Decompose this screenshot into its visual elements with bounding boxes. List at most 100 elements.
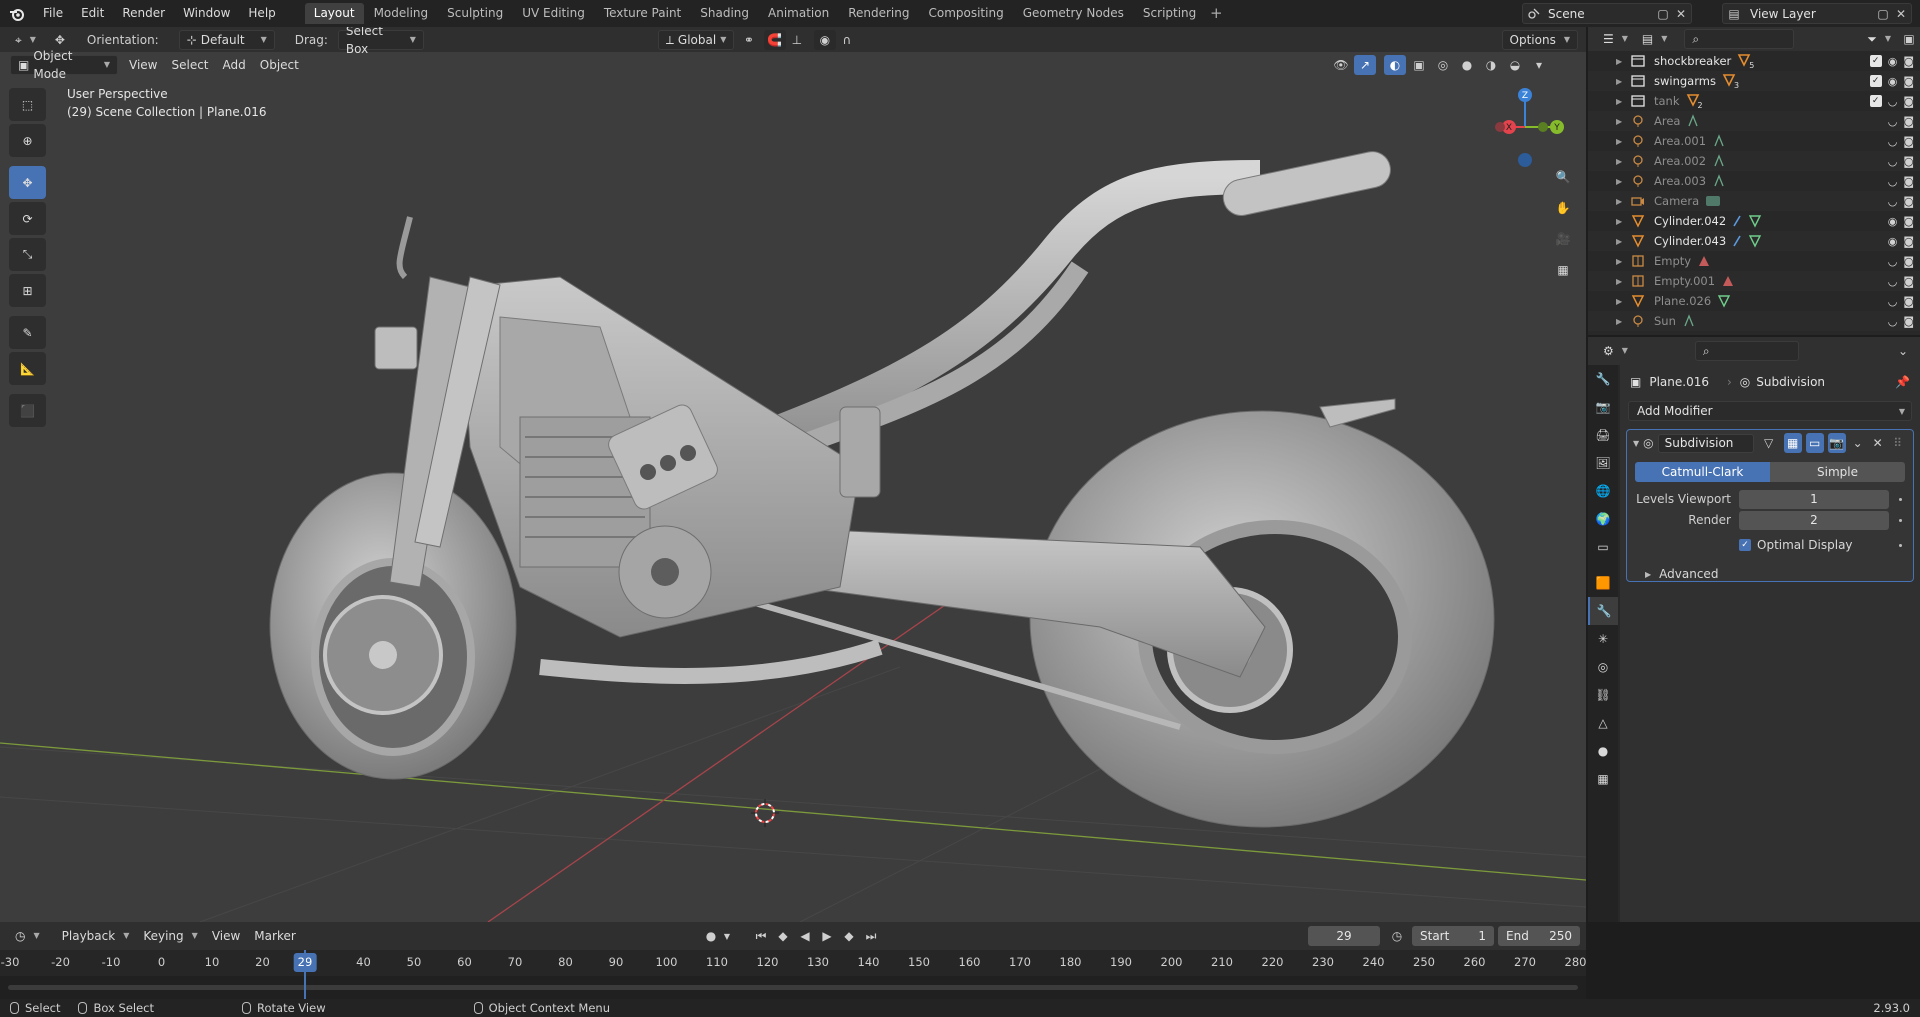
tool-tab-icon[interactable]: 🔧	[1588, 365, 1618, 393]
material-tab-icon[interactable]: ●	[1588, 737, 1618, 765]
on-cage-toggle-icon[interactable]: ▽	[1758, 433, 1780, 453]
outliner-item-name[interactable]: Camera	[1654, 194, 1699, 208]
render-camera-icon[interactable]: ◙	[1903, 255, 1914, 268]
outliner-row[interactable]: ▶ swingarms 3 ✓ ◉ ◙	[1588, 71, 1920, 91]
eye-closed-icon[interactable]: ◡	[1888, 295, 1898, 308]
expand-arrow-icon[interactable]: ▶	[1616, 317, 1628, 326]
record-icon[interactable]: ●	[700, 926, 722, 946]
render-camera-icon[interactable]: ◙	[1903, 295, 1914, 308]
render-camera-icon[interactable]: ◙	[1903, 115, 1914, 128]
scene-tab-icon[interactable]: 🌐	[1588, 477, 1618, 505]
visibility-eye-icon[interactable]: 👁	[1330, 55, 1352, 75]
texture-tab-icon[interactable]: ▦	[1588, 765, 1618, 793]
drag-dropdown[interactable]: Select Box ▼	[337, 27, 424, 56]
keyframe-dot-icon[interactable]	[1899, 497, 1902, 501]
expand-arrow-icon[interactable]: ▶	[1616, 197, 1628, 206]
transform-orientation-dropdown[interactable]: ⟂ Global ▼	[657, 29, 734, 50]
expand-arrow-icon[interactable]: ▶	[1616, 297, 1628, 306]
outliner-editor-type[interactable]: ☰ ▼	[1596, 29, 1635, 49]
view-layer-selector[interactable]: ▤ View Layer ▢ ✕	[1722, 3, 1912, 24]
outliner-item-name[interactable]: swingarms	[1654, 74, 1716, 88]
marker-menu[interactable]: Marker	[247, 926, 302, 946]
playback-menu[interactable]: Playback ▼	[55, 926, 137, 946]
render-camera-icon[interactable]: ◙	[1903, 235, 1914, 248]
outliner-row[interactable]: ▶ Empty.001 ◡ ◙	[1588, 271, 1920, 291]
timeline-track[interactable]	[0, 950, 1586, 999]
play-icon[interactable]: ▶	[816, 926, 838, 946]
outliner-row[interactable]: ▶ Area.003 ◡ ◙	[1588, 171, 1920, 191]
end-frame-field[interactable]: End 250	[1498, 926, 1580, 946]
expand-arrow-icon[interactable]: ▶	[1616, 137, 1628, 146]
eye-closed-icon[interactable]: ◡	[1888, 175, 1898, 188]
scene-selector[interactable]: Scene ▢ ✕	[1522, 3, 1692, 24]
expand-arrow-icon[interactable]: ▶	[1616, 77, 1628, 86]
outliner-row[interactable]: ▶ Camera ◡ ◙	[1588, 191, 1920, 211]
tab-compositing[interactable]: Compositing	[919, 3, 1012, 24]
outliner-row[interactable]: ▶ Sun ◡ ◙	[1588, 311, 1920, 331]
render-levels-field[interactable]: 2	[1739, 510, 1889, 530]
render-tab-icon[interactable]: 📷	[1588, 393, 1618, 421]
timeline-editor-type[interactable]: ◷ ▼	[8, 926, 47, 946]
options-dropdown[interactable]: Options ▼	[1501, 29, 1578, 50]
menu-help[interactable]: Help	[239, 0, 284, 27]
outliner-item-name[interactable]: Empty	[1654, 254, 1691, 268]
preview-range-icon[interactable]: ◷	[1386, 926, 1408, 946]
start-frame-field[interactable]: Start 1	[1412, 926, 1494, 946]
timeline-view-menu[interactable]: View	[205, 926, 247, 946]
render-toggle-icon[interactable]: 📷	[1827, 433, 1846, 453]
modifier-menu-icon[interactable]: ⌄	[1850, 433, 1866, 453]
render-camera-icon[interactable]: ◙	[1903, 315, 1914, 328]
add-modifier-button[interactable]: Add Modifier ▼	[1628, 401, 1912, 421]
eye-closed-icon[interactable]: ◡	[1888, 315, 1898, 328]
eye-icon[interactable]: ◉	[1888, 75, 1898, 88]
tab-scripting[interactable]: Scripting	[1134, 3, 1205, 24]
eye-closed-icon[interactable]: ◡	[1888, 95, 1898, 108]
menu-render[interactable]: Render	[113, 0, 174, 27]
remove-scene-icon[interactable]: ✕	[1673, 6, 1689, 22]
particles-tab-icon[interactable]: ✳	[1588, 625, 1618, 653]
expand-arrow-icon[interactable]: ▶	[1616, 57, 1628, 66]
mode-dropdown[interactable]: ▣ Object Mode ▼	[10, 49, 118, 81]
pan-hand-icon[interactable]: ✋	[1548, 193, 1578, 223]
outliner-item-name[interactable]: Area.003	[1654, 174, 1706, 188]
display-mode-dropdown[interactable]: ▤ ▼	[1635, 29, 1675, 49]
modifier-tab-icon[interactable]: 🔧	[1588, 597, 1618, 625]
simple-button[interactable]: Simple	[1770, 462, 1905, 482]
expand-arrow-icon[interactable]: ▶	[1616, 277, 1628, 286]
menu-view[interactable]: View	[122, 55, 164, 75]
new-scene-icon[interactable]: ▢	[1655, 6, 1671, 22]
include-checkbox[interactable]: ✓	[1869, 75, 1882, 87]
shading-options-icon[interactable]: ▾	[1528, 55, 1550, 75]
play-reverse-icon[interactable]: ◀	[794, 926, 816, 946]
eye-closed-icon[interactable]: ◡	[1888, 195, 1898, 208]
current-frame-field[interactable]: 29	[1308, 926, 1380, 946]
menu-file[interactable]: File	[34, 0, 72, 27]
eye-closed-icon[interactable]: ◡	[1888, 115, 1898, 128]
tab-sculpting[interactable]: Sculpting	[438, 3, 512, 24]
filter-dropdown[interactable]: ⏷ ▼	[1860, 29, 1898, 49]
constraints-tab-icon[interactable]: ⛓	[1588, 681, 1618, 709]
wireframe-shading-icon[interactable]: ◎	[1432, 55, 1454, 75]
drag-handle-icon[interactable]: ⠿	[1890, 433, 1906, 453]
outliner-item-name[interactable]: Area.002	[1654, 154, 1706, 168]
include-checkbox[interactable]: ✓	[1869, 95, 1882, 107]
collection-tab-icon[interactable]: ▭	[1588, 533, 1618, 561]
transform-tool-icon[interactable]: ⊞	[9, 274, 46, 307]
edit-mode-toggle-icon[interactable]: ▦	[1783, 433, 1802, 453]
expand-arrow-icon[interactable]: ▶	[1616, 177, 1628, 186]
new-collection-icon[interactable]: ▣	[1898, 29, 1920, 49]
scale-tool-icon[interactable]: ⤡	[9, 238, 46, 271]
outliner-item-name[interactable]: Cylinder.043	[1654, 234, 1726, 248]
outliner-row[interactable]: ▶ Empty ◡ ◙	[1588, 251, 1920, 271]
optimal-display-checkbox[interactable]: ✓	[1739, 539, 1751, 551]
expand-arrow-icon[interactable]: ▶	[1616, 257, 1628, 266]
render-camera-icon[interactable]: ◙	[1903, 95, 1914, 108]
menu-object[interactable]: Object	[253, 55, 306, 75]
advanced-subpanel[interactable]: ▶ Advanced	[1627, 564, 1913, 584]
outliner-row[interactable]: ▶ Area.002 ◡ ◙	[1588, 151, 1920, 171]
cursor-tool-icon[interactable]: ⊕	[9, 124, 46, 157]
jump-end-icon[interactable]: ⏭	[860, 926, 882, 946]
eye-closed-icon[interactable]: ◡	[1888, 255, 1898, 268]
blender-logo-icon[interactable]	[0, 0, 34, 27]
object-tab-icon[interactable]: 🟧	[1588, 569, 1618, 597]
